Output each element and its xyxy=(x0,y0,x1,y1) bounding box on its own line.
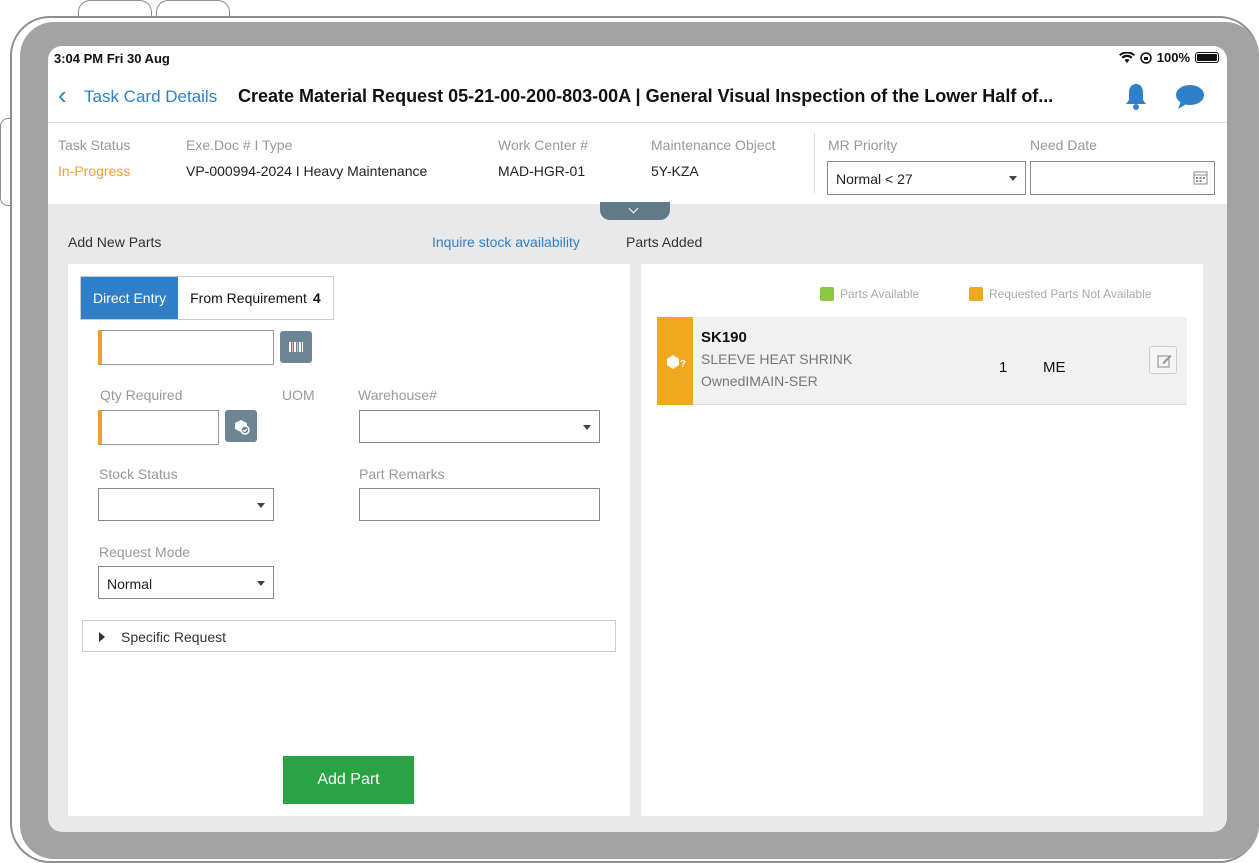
add-part-button[interactable]: Add Part xyxy=(283,756,414,804)
part-number-input[interactable] xyxy=(98,330,274,365)
need-date-label: Need Date xyxy=(1030,137,1097,153)
legend-swatch-available xyxy=(820,287,834,301)
list-item[interactable]: ? SK190 SLEEVE HEAT SHRINK OwnedIMAIN-SE… xyxy=(657,317,1187,405)
back-button[interactable]: Task Card Details xyxy=(84,87,217,107)
legend-parts-available: Parts Available xyxy=(820,287,919,301)
chevron-down-icon xyxy=(1009,176,1017,181)
part-quantity: 1 xyxy=(999,359,1008,376)
mr-priority-value: Normal < 27 xyxy=(836,171,913,187)
need-date-field[interactable] xyxy=(1030,161,1215,195)
uom-label: UOM xyxy=(282,387,315,403)
mr-priority-select[interactable]: Normal < 27 xyxy=(827,161,1026,195)
edit-icon xyxy=(1157,355,1172,368)
chevron-down-icon xyxy=(583,425,591,430)
warehouse-label: Warehouse# xyxy=(358,387,437,403)
orientation-lock-icon xyxy=(1140,51,1152,64)
battery-percent: 100% xyxy=(1156,50,1190,65)
barcode-scan-button[interactable] xyxy=(280,331,312,363)
task-status-value: In-Progress xyxy=(58,163,131,179)
collapse-header-toggle[interactable] xyxy=(600,202,670,220)
maintenance-object-value: 5Y-KZA xyxy=(651,163,699,179)
tab-label: Direct Entry xyxy=(93,290,167,306)
tab-from-requirement[interactable]: From Requirement 4 xyxy=(178,277,333,319)
part-number: SK190 xyxy=(701,329,747,346)
exe-doc-value: VP-000994-2024 I Heavy Maintenance xyxy=(186,163,428,179)
app-screen: 3:04 PM Fri 30 Aug 100% ‹ Task Card Deta… xyxy=(48,46,1227,832)
status-bar: 3:04 PM Fri 30 Aug 100% xyxy=(48,46,1227,72)
tab-label: From Requirement xyxy=(190,290,307,306)
work-center-label: Work Center # xyxy=(498,137,588,153)
request-mode-value: Normal xyxy=(107,576,153,592)
caret-right-icon xyxy=(99,632,105,642)
nav-bar: ‹ Task Card Details Create Material Requ… xyxy=(48,72,1227,122)
add-parts-panel: Direct Entry From Requirement 4 Qty Requ… xyxy=(68,264,630,816)
header-divider xyxy=(814,133,815,193)
back-chevron-icon[interactable]: ‹ xyxy=(58,82,67,108)
part-ownership: OwnedIMAIN-SER xyxy=(701,373,818,389)
barcode-icon xyxy=(289,342,303,352)
parts-check-icon xyxy=(235,420,250,435)
part-remarks-input[interactable] xyxy=(359,488,600,521)
warehouse-select[interactable] xyxy=(359,410,600,443)
maintenance-object-label: Maintenance Object xyxy=(651,137,776,153)
qty-required-label: Qty Required xyxy=(100,387,183,403)
chat-icon[interactable] xyxy=(1175,84,1205,110)
legend-swatch-not-available xyxy=(969,287,983,301)
stock-check-button[interactable] xyxy=(225,410,257,442)
inquire-stock-link[interactable]: Inquire stock availability xyxy=(432,234,580,250)
legend-label: Parts Available xyxy=(840,287,920,301)
add-new-parts-heading: Add New Parts xyxy=(68,234,162,250)
tab-direct-entry[interactable]: Direct Entry xyxy=(81,277,179,319)
mr-priority-label: MR Priority xyxy=(828,137,898,153)
entry-mode-tabs: Direct Entry From Requirement 4 xyxy=(80,276,334,320)
stock-status-select[interactable] xyxy=(98,488,274,521)
legend-parts-not-available: Requested Parts Not Available xyxy=(969,287,1152,301)
page-title: Create Material Request 05-21-00-200-803… xyxy=(238,86,1054,106)
chevron-down-icon xyxy=(257,581,265,586)
legend-label: Requested Parts Not Available xyxy=(989,287,1152,301)
chevron-down-icon xyxy=(257,503,265,508)
specific-request-expander[interactable]: Specific Request xyxy=(82,620,616,652)
part-uom: ME xyxy=(1043,359,1066,376)
qty-required-input[interactable] xyxy=(98,410,219,445)
part-description: SLEEVE HEAT SHRINK xyxy=(701,351,853,367)
work-center-value: MAD-HGR-01 xyxy=(498,163,586,179)
task-info-header: Task Status In-Progress Exe.Doc # I Type… xyxy=(48,122,1227,204)
svg-text:?: ? xyxy=(680,359,686,370)
availability-stripe: ? xyxy=(657,317,693,405)
request-mode-select[interactable]: Normal xyxy=(98,566,274,599)
specific-request-label: Specific Request xyxy=(121,629,227,645)
bell-icon[interactable] xyxy=(1123,82,1149,110)
requirement-count-badge: 4 xyxy=(312,290,321,306)
part-unavailable-icon: ? xyxy=(667,355,686,370)
status-time: 3:04 PM Fri 30 Aug xyxy=(54,51,170,66)
request-mode-label: Request Mode xyxy=(99,544,191,560)
exe-doc-label: Exe.Doc # I Type xyxy=(186,137,293,153)
edit-part-button[interactable] xyxy=(1149,346,1177,374)
task-status-label: Task Status xyxy=(58,137,131,153)
status-indicators: 100% xyxy=(1118,50,1219,65)
part-remarks-label: Part Remarks xyxy=(359,466,445,482)
parts-added-heading: Parts Added xyxy=(626,234,703,250)
wifi-icon xyxy=(1118,51,1135,63)
parts-added-panel: Parts Available Requested Parts Not Avai… xyxy=(641,264,1203,816)
calendar-icon[interactable] xyxy=(1193,170,1208,185)
stock-status-label: Stock Status xyxy=(99,466,178,482)
battery-icon xyxy=(1195,52,1219,63)
